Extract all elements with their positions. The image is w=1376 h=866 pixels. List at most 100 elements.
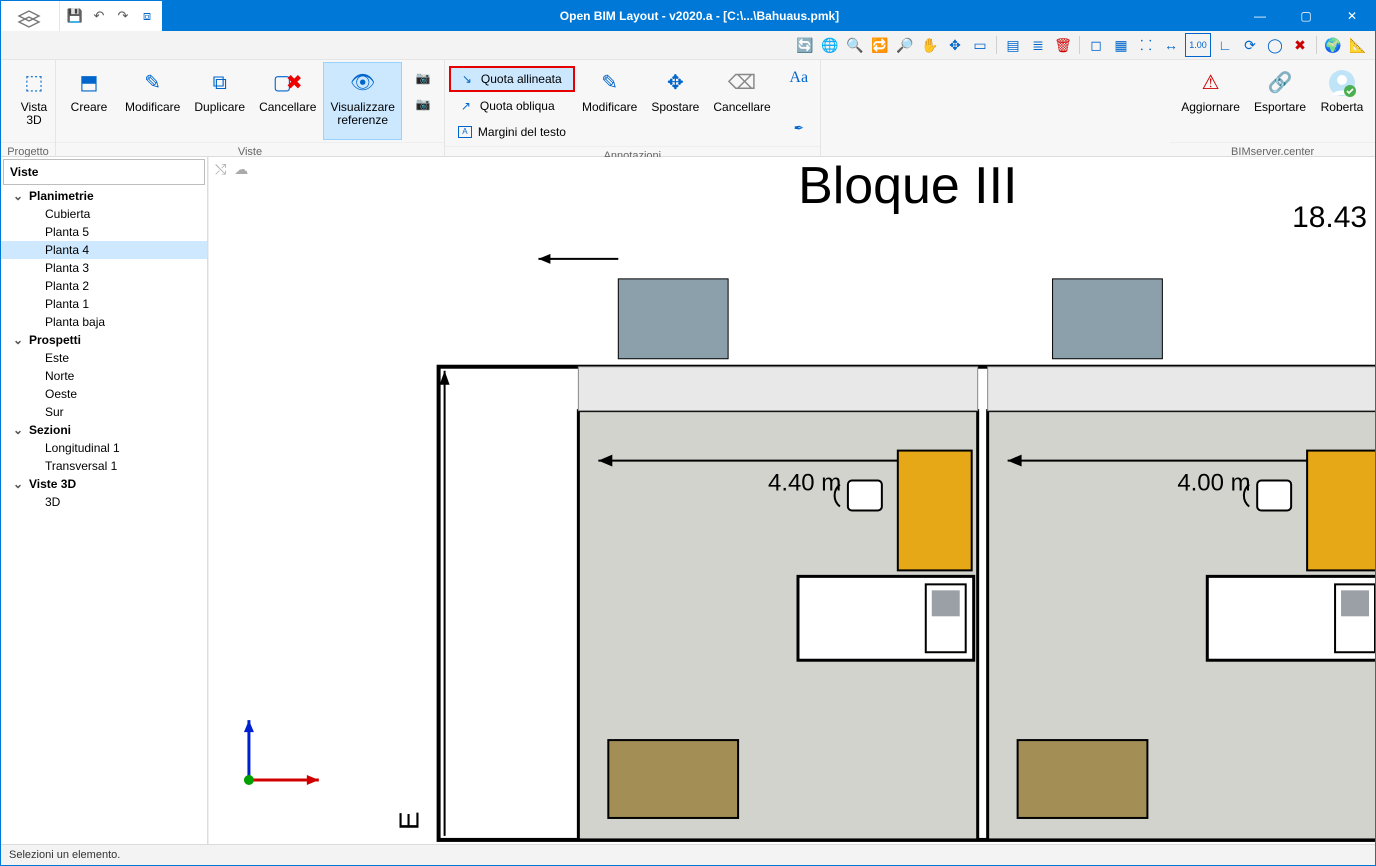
- tree-item[interactable]: Longitudinal 1: [1, 439, 207, 457]
- side-label: E: [394, 811, 425, 830]
- refresh-icon[interactable]: 🔁: [869, 34, 891, 56]
- levels-icon[interactable]: ≣: [1027, 34, 1049, 56]
- drawing-canvas[interactable]: ⤭☁ Bloque III 18.43 4.40 m: [208, 157, 1375, 844]
- close-button[interactable]: ✕: [1329, 1, 1375, 31]
- ribbon-group-views: ⬒Creare ✎Modificare ⧉Duplicare ▢✖Cancell…: [56, 60, 445, 156]
- text-box-icon: A: [458, 126, 472, 138]
- cube-icon: ⬚: [18, 67, 50, 99]
- modify-button[interactable]: ✎Modificare: [118, 62, 187, 140]
- rotate-icon[interactable]: ⟳: [1239, 34, 1261, 56]
- modify-annot-button[interactable]: ✎Modificare: [575, 62, 644, 140]
- angle-icon[interactable]: ∟: [1214, 34, 1236, 56]
- views-tree[interactable]: Planimetrie Cubierta Planta 5 Planta 4 P…: [1, 187, 207, 844]
- window-icon[interactable]: ▭: [969, 34, 991, 56]
- tree-viste3d[interactable]: Viste 3D: [1, 475, 207, 493]
- camera2-button[interactable]: 📷: [406, 92, 440, 116]
- ribbon-group-annotations: ↘Quota allineata ↗Quota obliqua AMargini…: [445, 60, 821, 156]
- view-toolbar: 🔄 🌐 🔍 🔁 🔎 ✋ ✥ ▭ ▤ ≣ 🗑 ◻ ▦ ⸬ ↔ 1.00 ∟ ⟳ ◯…: [1, 31, 1375, 60]
- update-button[interactable]: ⚠Aggiornare: [1174, 62, 1247, 140]
- tree-item[interactable]: 3D: [1, 493, 207, 511]
- main-area: Viste Planimetrie Cubierta Planta 5 Plan…: [1, 157, 1375, 844]
- tree-item[interactable]: Oeste: [1, 385, 207, 403]
- text-button[interactable]: Aa: [782, 66, 816, 90]
- text-margin-button[interactable]: AMargini del testo: [449, 120, 575, 144]
- ribbon-group-project: ⬚ Vista 3D Progetto: [1, 60, 56, 156]
- tree-item[interactable]: Cubierta: [1, 205, 207, 223]
- vista3d-button[interactable]: ⬚ Vista 3D: [5, 62, 63, 140]
- text-icon: Aa: [791, 70, 807, 86]
- tree-item[interactable]: Este: [1, 349, 207, 367]
- create-button[interactable]: ⬒Creare: [60, 62, 118, 140]
- tree-item[interactable]: Planta 1: [1, 295, 207, 313]
- tree-item[interactable]: Planta 5: [1, 223, 207, 241]
- move-annot-button[interactable]: ✥Spostare: [644, 62, 706, 140]
- sidebar-header: Viste: [3, 159, 205, 185]
- show-refs-button[interactable]: 👁Visualizzare referenze: [323, 62, 401, 140]
- oblique-dim-button[interactable]: ↗Quota obliqua: [449, 94, 575, 118]
- redo-icon[interactable]: ↷: [112, 5, 134, 27]
- brush-icon: ✒: [791, 120, 807, 136]
- dim-label-1: 4.40 m: [768, 470, 841, 497]
- cloud-icon[interactable]: ☁: [234, 161, 248, 178]
- status-bar: Selezioni un elemento.: [1, 844, 1375, 865]
- minimize-button[interactable]: —: [1237, 1, 1283, 31]
- camera-icon: 📷: [415, 70, 431, 86]
- snap-icon[interactable]: ⸬: [1135, 34, 1157, 56]
- delete-annot-button[interactable]: ⌫Cancellare: [706, 62, 777, 140]
- title-bar: 💾 ↶ ↷ ⧈ Open BIM Layout - v2020.a - [C:\…: [1, 1, 1375, 31]
- help-icon[interactable]: 🌍: [1322, 34, 1344, 56]
- duplicate-button[interactable]: ⧉Duplicare: [187, 62, 252, 140]
- axis-icon[interactable]: ⤭: [215, 161, 226, 178]
- maximize-button[interactable]: ▢: [1283, 1, 1329, 31]
- zoom-in-icon[interactable]: 🔍: [844, 34, 866, 56]
- dim-overall: 18.43: [1292, 201, 1367, 234]
- tree-planimetrie[interactable]: Planimetrie: [1, 187, 207, 205]
- zoom-out-icon[interactable]: 🔎: [894, 34, 916, 56]
- view-mode-icons[interactable]: ⤭☁: [215, 161, 248, 178]
- camera2-icon: 📷: [415, 96, 431, 112]
- aligned-dim-button[interactable]: ↘Quota allineata: [449, 66, 575, 92]
- style-button[interactable]: ✒: [782, 116, 816, 140]
- app-window: 💾 ↶ ↷ ⧈ Open BIM Layout - v2020.a - [C:\…: [0, 0, 1376, 866]
- globe-icon[interactable]: 🌐: [819, 34, 841, 56]
- delete-icon[interactable]: 🗑: [1052, 34, 1074, 56]
- tree-item[interactable]: Planta 3: [1, 259, 207, 277]
- undo-icon[interactable]: ↶: [88, 5, 110, 27]
- delete-view-button[interactable]: ▢✖Cancellare: [252, 62, 323, 140]
- camera-button[interactable]: 📷: [406, 66, 440, 90]
- scale-icon[interactable]: 1.00: [1185, 33, 1211, 57]
- user-button[interactable]: Roberta: [1313, 62, 1371, 140]
- pan-icon[interactable]: ✋: [919, 34, 941, 56]
- tree-item[interactable]: Transversal 1: [1, 457, 207, 475]
- status-text: Selezioni un elemento.: [9, 849, 120, 861]
- app-icon[interactable]: [1, 1, 60, 31]
- settings-icon[interactable]: 📐: [1347, 34, 1369, 56]
- export-button[interactable]: 🔗Esportare: [1247, 62, 1313, 140]
- room-2: 4.00 m: [988, 367, 1375, 840]
- tree-sezioni[interactable]: Sezioni: [1, 421, 207, 439]
- window-title: Open BIM Layout - v2020.a - [C:\...\Bahu…: [162, 9, 1237, 23]
- tree-item[interactable]: Sur: [1, 403, 207, 421]
- dim-label-2: 4.00 m: [1177, 470, 1250, 497]
- grid-icon[interactable]: ▦: [1110, 34, 1132, 56]
- select-icon[interactable]: ◻: [1085, 34, 1107, 56]
- window-buttons: — ▢ ✕: [1237, 1, 1375, 31]
- plan-title: Bloque III: [798, 157, 1017, 215]
- orbit-icon[interactable]: 🔄: [794, 34, 816, 56]
- room-1: 4.40 m: [578, 367, 977, 840]
- layers-icon[interactable]: ▤: [1002, 34, 1024, 56]
- tree-item-selected[interactable]: Planta 4: [1, 241, 207, 259]
- save-icon[interactable]: 💾: [64, 5, 86, 27]
- tree-prospetti[interactable]: Prospetti: [1, 331, 207, 349]
- cancel-icon[interactable]: ✖: [1289, 34, 1311, 56]
- tree-item[interactable]: Norte: [1, 367, 207, 385]
- dim-icon[interactable]: ↔: [1160, 34, 1182, 56]
- dim-oblique-icon: ↗: [458, 98, 474, 114]
- circle-icon[interactable]: ◯: [1264, 34, 1286, 56]
- tree-item[interactable]: Planta 2: [1, 277, 207, 295]
- tree-item[interactable]: Planta baja: [1, 313, 207, 331]
- move-icon[interactable]: ✥: [944, 34, 966, 56]
- floorplan-svg: Bloque III 18.43 4.40 m: [209, 157, 1375, 844]
- box-icon[interactable]: ⧈: [136, 5, 158, 27]
- ribbon: ⬚ Vista 3D Progetto ⬒Creare ✎Modificare …: [1, 60, 1375, 157]
